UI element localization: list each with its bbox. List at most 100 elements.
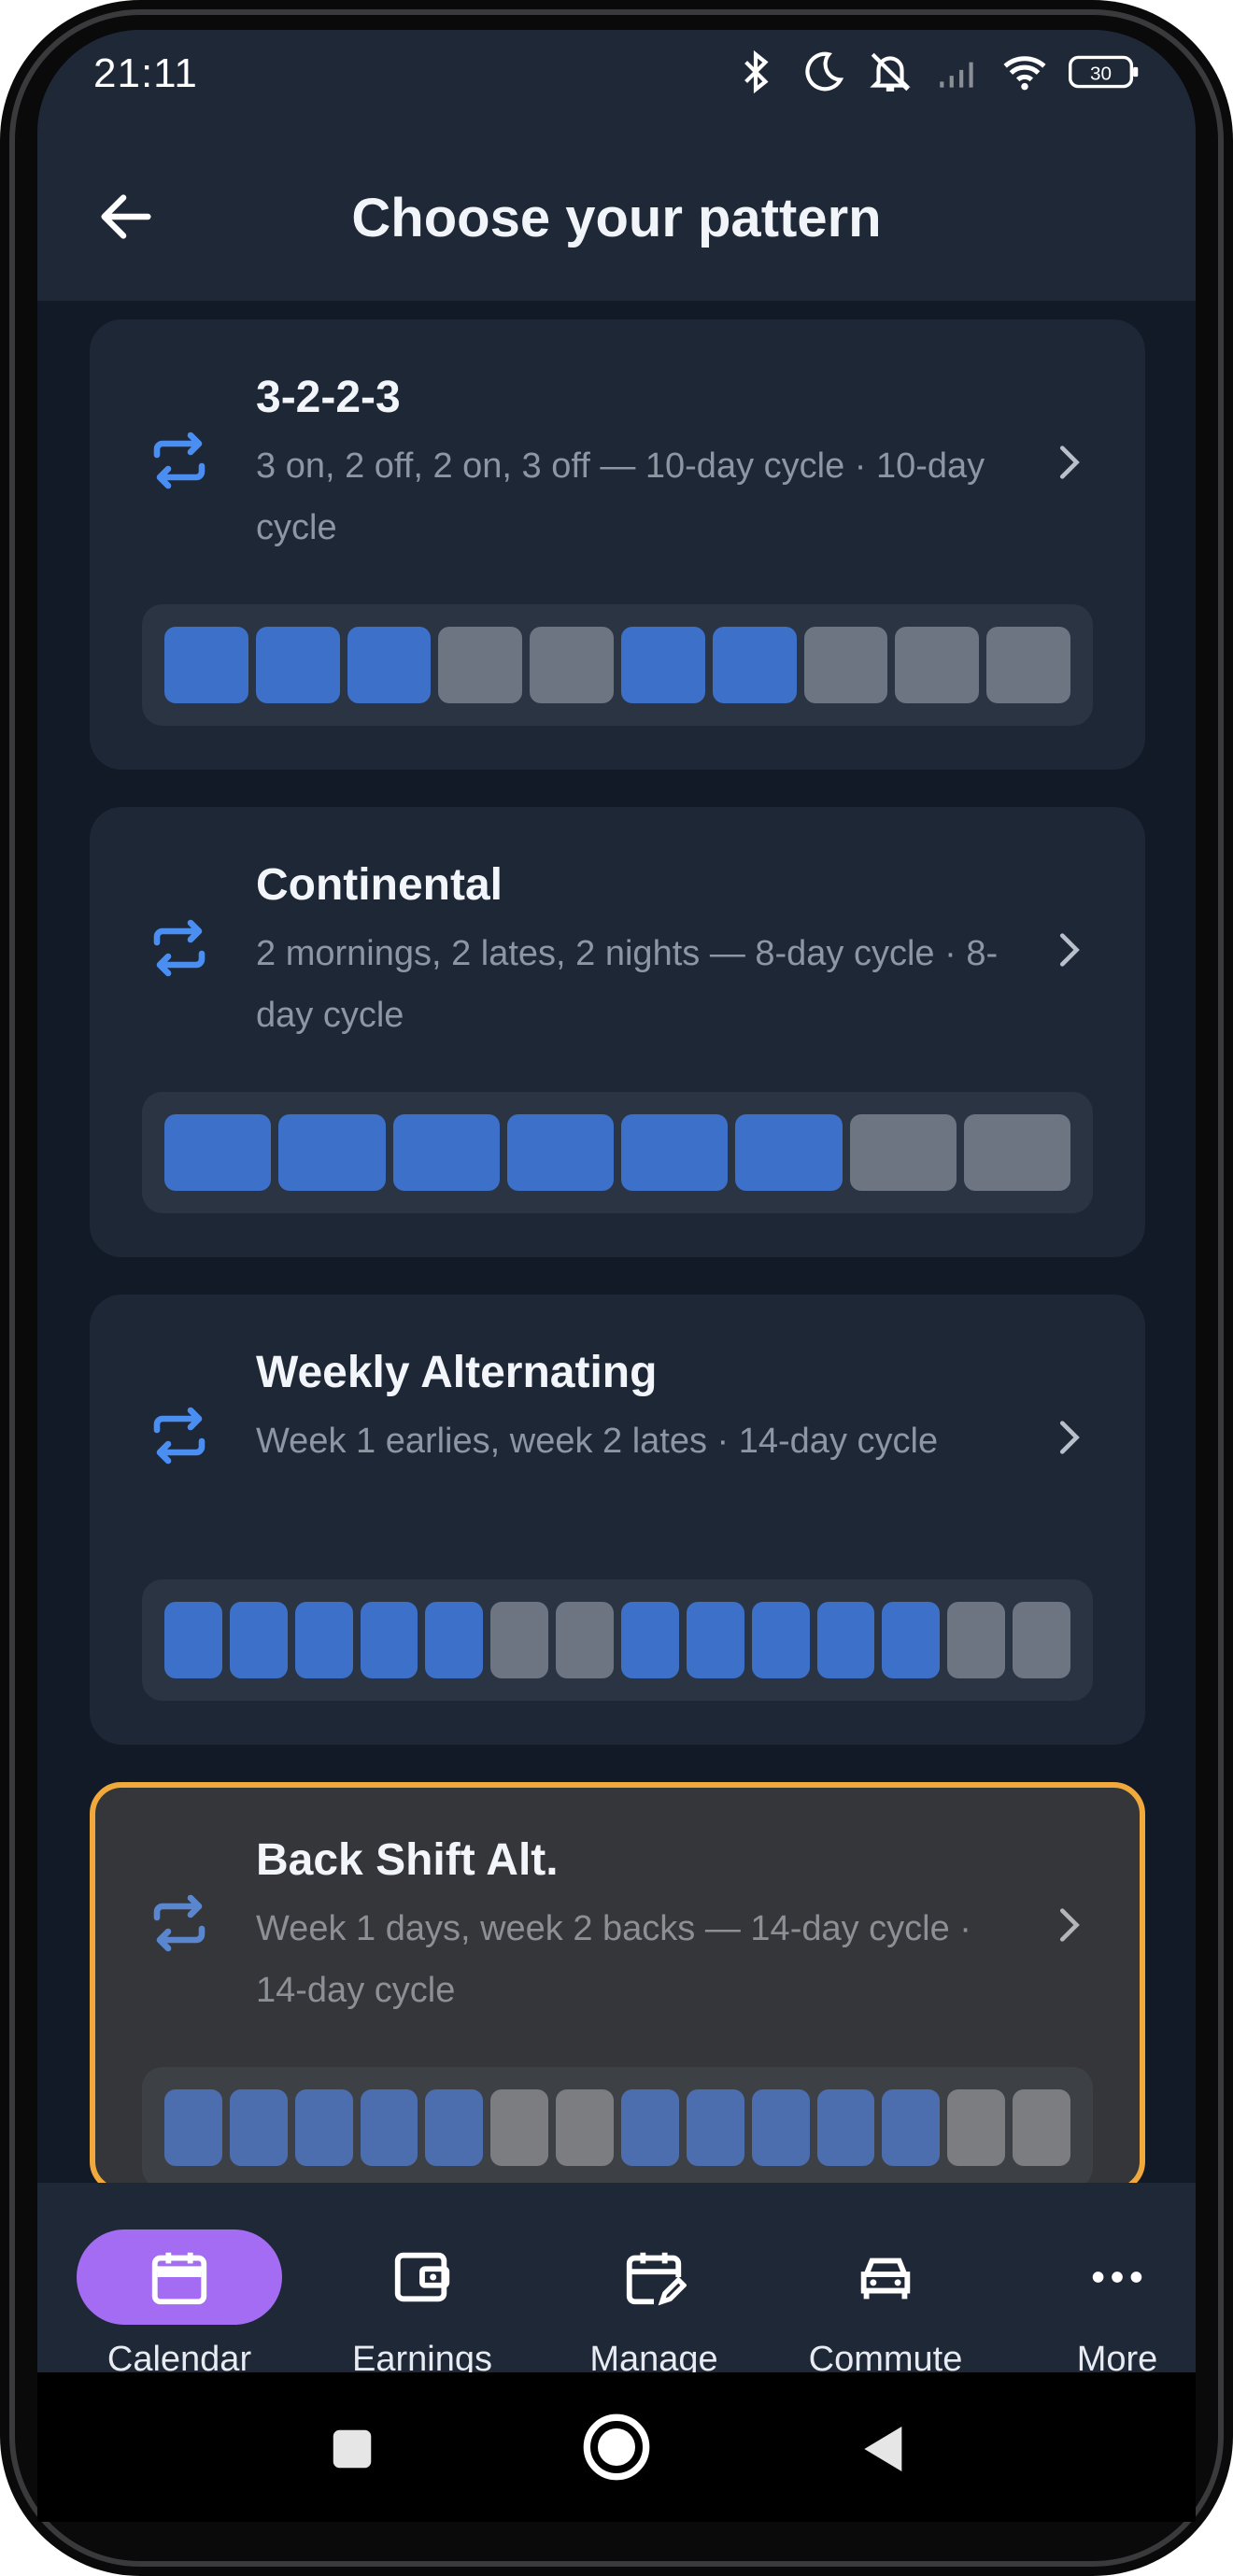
day-on-block <box>712 627 797 703</box>
moon-icon <box>805 51 844 92</box>
day-on-block <box>816 2089 875 2166</box>
car-icon <box>860 2258 911 2300</box>
nav-icon-wrap <box>551 2229 757 2325</box>
day-off-block <box>490 2089 549 2166</box>
nav-active-pill <box>77 2229 282 2325</box>
day-on-block <box>255 627 340 703</box>
nav-icon-wrap <box>783 2229 988 2325</box>
day-on-block <box>347 627 432 703</box>
pattern-name: Back Shift Alt. <box>256 1835 559 1885</box>
day-on-block <box>360 2089 418 2166</box>
cycle-strip <box>142 1092 1093 1213</box>
day-off-block <box>947 2089 1006 2166</box>
home-circle-icon[interactable] <box>579 2410 654 2484</box>
repeat-icon <box>153 1407 206 1465</box>
pattern-description: 3 on, 2 off, 2 on, 3 off — 10-day cycle … <box>256 446 985 547</box>
repeat-icon <box>153 919 206 977</box>
day-on-block <box>621 1602 679 1678</box>
day-off-block <box>947 1602 1006 1678</box>
page-title: Choose your pattern <box>351 188 882 248</box>
day-off-block <box>986 627 1070 703</box>
nav-icon-wrap <box>319 2229 525 2325</box>
pattern-list[interactable]: 3-2-2-3 3 on, 2 off, 2 on, 3 off — 10-da… <box>37 301 1196 2183</box>
day-off-block <box>1013 1602 1071 1678</box>
pattern-card-weekly-alternating[interactable]: Weekly Alternating Week 1 earlies, week … <box>90 1295 1145 1745</box>
day-off-block <box>963 1114 1070 1191</box>
day-off-block <box>556 2089 615 2166</box>
day-off-block <box>530 627 614 703</box>
status-bar: 21:11 30 <box>37 30 1196 133</box>
day-on-block <box>816 1602 875 1678</box>
day-on-block <box>229 2089 288 2166</box>
recents-square-icon[interactable] <box>327 2424 377 2474</box>
day-on-block <box>392 1114 500 1191</box>
day-on-block <box>229 1602 288 1678</box>
day-on-block <box>882 2089 941 2166</box>
chevron-right-icon <box>1059 1908 1080 1942</box>
day-on-block <box>751 1602 810 1678</box>
day-off-block <box>849 1114 957 1191</box>
pattern-name: 3-2-2-3 <box>256 373 401 422</box>
day-on-block <box>751 2089 810 2166</box>
day-off-block <box>490 1602 549 1678</box>
pattern-description: Week 1 days, week 2 backs — 14-day cycle… <box>256 1909 971 2010</box>
phone-frame: 21:11 30 Choose your pattern 3-2-2-3 3 o… <box>0 0 1233 2576</box>
pattern-card-continental[interactable]: Continental 2 mornings, 2 lates, 2 night… <box>90 807 1145 1257</box>
battery-level: 30 <box>1090 64 1112 85</box>
day-on-block <box>882 1602 941 1678</box>
day-on-block <box>164 1602 222 1678</box>
day-on-block <box>294 1602 353 1678</box>
screen: 21:11 30 Choose your pattern 3-2-2-3 3 o… <box>37 30 1196 2479</box>
pattern-card-3-2-2-3[interactable]: 3-2-2-3 3 on, 2 off, 2 on, 3 off — 10-da… <box>90 319 1145 770</box>
repeat-icon <box>153 432 206 489</box>
nav-icon-wrap <box>1042 2229 1192 2325</box>
nav-earnings[interactable]: Earnings <box>310 2229 534 2380</box>
status-icons: 30 <box>732 49 1140 95</box>
wifi-icon <box>1003 56 1046 91</box>
wallet-icon <box>394 2252 450 2302</box>
day-on-block <box>164 1114 272 1191</box>
day-on-block <box>620 627 705 703</box>
signal-icon <box>940 62 973 88</box>
day-on-block <box>425 2089 484 2166</box>
day-off-block <box>803 627 888 703</box>
calendar-icon <box>151 2252 207 2305</box>
day-off-block <box>438 627 523 703</box>
day-on-block <box>735 1114 843 1191</box>
bluetooth-icon <box>744 50 769 94</box>
day-on-block <box>506 1114 614 1191</box>
chevron-right-icon <box>1059 933 1080 967</box>
status-time: 21:11 <box>93 50 198 96</box>
calendar-edit-icon <box>626 2252 687 2306</box>
nav-calendar[interactable]: Calendar <box>67 2229 291 2380</box>
cycle-strip <box>142 1579 1093 1701</box>
app-bar: Choose your pattern <box>37 133 1196 301</box>
day-on-block <box>686 2089 744 2166</box>
nav-more[interactable]: More <box>1005 2229 1196 2380</box>
pattern-description: 2 mornings, 2 lates, 2 nights — 8-day cy… <box>256 934 999 1035</box>
day-on-block <box>294 2089 353 2166</box>
day-on-block <box>621 2089 679 2166</box>
pattern-name: Continental <box>256 860 503 910</box>
day-on-block <box>164 627 248 703</box>
pattern-name: Weekly Alternating <box>256 1348 658 1397</box>
nav-manage[interactable]: Manage <box>542 2229 766 2380</box>
battery-icon: 30 <box>1069 55 1139 89</box>
day-on-block <box>621 1114 729 1191</box>
day-off-block <box>895 627 980 703</box>
muted-bell-icon <box>870 52 911 92</box>
day-off-block <box>556 1602 615 1678</box>
pattern-card-back-shift-alt[interactable]: Back Shift Alt. Week 1 days, week 2 back… <box>90 1782 1145 2183</box>
day-on-block <box>360 1602 418 1678</box>
chevron-right-icon <box>1059 1421 1080 1454</box>
system-nav-bar <box>37 2372 1196 2522</box>
chevron-right-icon <box>1059 446 1080 479</box>
cycle-strip <box>142 604 1093 726</box>
back-triangle-icon[interactable] <box>852 2419 912 2479</box>
cycle-strip <box>142 2067 1093 2183</box>
day-off-block <box>1013 2089 1071 2166</box>
repeat-icon <box>153 1894 206 1952</box>
day-on-block <box>164 2089 222 2166</box>
nav-commute[interactable]: Commute <box>773 2229 998 2380</box>
day-on-block <box>425 1602 484 1678</box>
